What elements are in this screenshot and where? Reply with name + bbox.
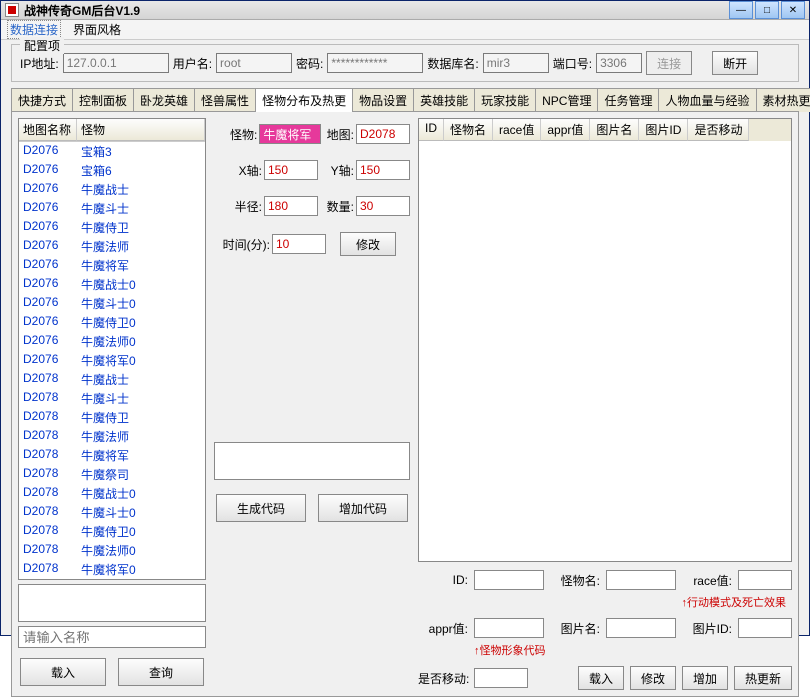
- tab-4[interactable]: 怪物分布及热更: [255, 88, 353, 112]
- pic-input[interactable]: [606, 618, 676, 638]
- db-input[interactable]: [483, 53, 549, 73]
- pwd-input[interactable]: [327, 53, 423, 73]
- load-button[interactable]: 载入: [20, 658, 106, 686]
- tab-9[interactable]: 任务管理: [597, 88, 659, 112]
- port-input[interactable]: [596, 53, 642, 73]
- tab-6[interactable]: 英雄技能: [413, 88, 475, 112]
- name-input[interactable]: [18, 626, 206, 648]
- list-row[interactable]: D2076牛魔法师: [19, 237, 205, 256]
- map-input[interactable]: [356, 124, 410, 144]
- list-row[interactable]: D2076牛魔斗士: [19, 199, 205, 218]
- monster-list[interactable]: 地图名称 怪物 D2076宝箱3D2076宝箱6D2076牛魔战士D2076牛魔…: [18, 118, 206, 580]
- list-row[interactable]: D2078牛魔侍卫0: [19, 522, 205, 541]
- connect-button[interactable]: 连接: [646, 51, 692, 75]
- y-input[interactable]: [356, 160, 410, 180]
- minimize-button[interactable]: —: [729, 1, 753, 19]
- add-button[interactable]: 增加: [682, 666, 728, 690]
- list-row[interactable]: D2076牛魔战士0: [19, 275, 205, 294]
- gencode-button[interactable]: 生成代码: [216, 494, 306, 522]
- list-row[interactable]: D2076牛魔侍卫: [19, 218, 205, 237]
- load2-button[interactable]: 载入: [578, 666, 624, 690]
- list-row[interactable]: D2078牛魔战士: [19, 370, 205, 389]
- list-row[interactable]: D2076宝箱6: [19, 161, 205, 180]
- tab-3[interactable]: 怪兽属性: [194, 88, 256, 112]
- hotupdate-button[interactable]: 热更新: [734, 666, 792, 690]
- list-row[interactable]: D2076牛魔将军0: [19, 351, 205, 370]
- list-row[interactable]: D2078牛魔侍卫: [19, 408, 205, 427]
- list-row[interactable]: D2078牛魔将军0: [19, 560, 205, 579]
- radius-input[interactable]: [264, 196, 318, 216]
- time-input[interactable]: [272, 234, 326, 254]
- list-row[interactable]: D2078牛魔斗士: [19, 389, 205, 408]
- tab-1[interactable]: 控制面板: [72, 88, 134, 112]
- app-icon: [5, 3, 19, 17]
- tab-2[interactable]: 卧龙英雄: [133, 88, 195, 112]
- appr-input[interactable]: [474, 618, 544, 638]
- mname-input[interactable]: [606, 570, 676, 590]
- query-button[interactable]: 查询: [118, 658, 204, 686]
- close-button[interactable]: ✕: [781, 1, 805, 19]
- list-row[interactable]: D2076牛魔将军: [19, 256, 205, 275]
- tab-5[interactable]: 物品设置: [352, 88, 414, 112]
- list-row[interactable]: D2076宝箱3: [19, 142, 205, 161]
- title-bar: 战神传奇GM后台V1.9 — □ ✕: [1, 1, 809, 20]
- tab-11[interactable]: 素材热更: [756, 88, 810, 112]
- picid-input[interactable]: [738, 618, 792, 638]
- race-input[interactable]: [738, 570, 792, 590]
- ip-input[interactable]: [63, 53, 169, 73]
- config-group: 配置项 IP地址: 用户名: 密码: 数据库名: 端口号: 连接 断开: [11, 44, 799, 82]
- data-grid[interactable]: ID怪物名race值appr值图片名图片ID是否移动: [418, 118, 792, 562]
- list-row[interactable]: D2076牛魔斗士0: [19, 294, 205, 313]
- tab-10[interactable]: 人物血量与经验: [658, 88, 756, 112]
- mid-preview-box: [214, 442, 410, 480]
- menu-bar: 数据连接 界面风格: [1, 20, 809, 40]
- tab-7[interactable]: 玩家技能: [474, 88, 536, 112]
- count-input[interactable]: [356, 196, 410, 216]
- tab-0[interactable]: 快捷方式: [11, 88, 73, 112]
- modify-button[interactable]: 修改: [340, 232, 396, 256]
- x-input[interactable]: [264, 160, 318, 180]
- disconnect-button[interactable]: 断开: [712, 51, 758, 75]
- list-row[interactable]: D2076牛魔侍卫0: [19, 313, 205, 332]
- list-row[interactable]: D2078牛魔战士0: [19, 484, 205, 503]
- maximize-button[interactable]: □: [755, 1, 779, 19]
- user-input[interactable]: [216, 53, 292, 73]
- list-row[interactable]: D2076牛魔法师0: [19, 332, 205, 351]
- menu-ui-style[interactable]: 界面风格: [73, 21, 121, 38]
- list-row[interactable]: D2078牛魔法师: [19, 427, 205, 446]
- preview-box: [18, 584, 206, 622]
- window-title: 战神传奇GM后台V1.9: [24, 2, 729, 19]
- move-input[interactable]: [474, 668, 528, 688]
- tab-bar: 快捷方式控制面板卧龙英雄怪兽属性怪物分布及热更物品设置英雄技能玩家技能NPC管理…: [1, 88, 809, 112]
- list-row[interactable]: D2078牛魔法师0: [19, 541, 205, 560]
- addcode-button[interactable]: 增加代码: [318, 494, 408, 522]
- tab-8[interactable]: NPC管理: [535, 88, 598, 112]
- list-row[interactable]: D2078牛魔斗士0: [19, 503, 205, 522]
- modify2-button[interactable]: 修改: [630, 666, 676, 690]
- id-input[interactable]: [474, 570, 544, 590]
- list-row[interactable]: D2078牛魔将军: [19, 446, 205, 465]
- list-row[interactable]: D2076牛魔战士: [19, 180, 205, 199]
- list-row[interactable]: D2078牛魔祭司: [19, 465, 205, 484]
- monster-input[interactable]: [259, 124, 321, 144]
